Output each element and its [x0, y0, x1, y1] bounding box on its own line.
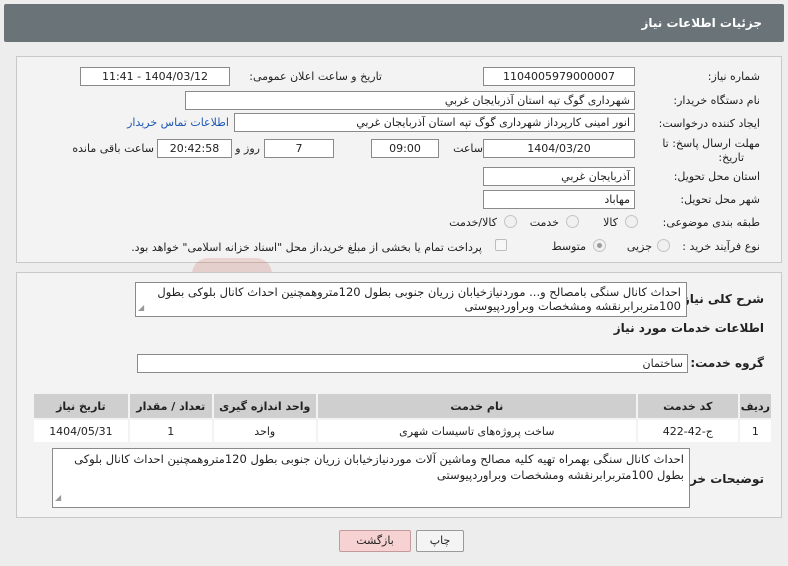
cell-need-date: 1404/05/31 [32, 418, 130, 444]
process-option-medium: متوسط [551, 240, 586, 253]
process-label: نوع فرآیند خرید : [682, 240, 760, 253]
days-field: 7 [264, 139, 334, 158]
deadline-label-line1: مهلت ارسال پاسخ: تا [662, 137, 760, 150]
buyer-org-label: نام دستگاه خریدار: [673, 94, 760, 107]
print-button[interactable]: چاپ [416, 530, 464, 552]
city-label: شهر محل تحویل: [680, 193, 760, 206]
need-number-label: شماره نیاز: [707, 70, 760, 83]
category-option-goods: کالا [603, 216, 618, 229]
col-quantity: تعداد / مقدار [127, 392, 214, 420]
service-group-field: ساختمان [137, 354, 688, 373]
deadline-label-line2: تاریخ: [718, 151, 744, 164]
services-table-header: ردیف کد خدمت نام خدمت واحد اندازه گیری ت… [32, 392, 774, 420]
province-label: استان محل تحویل: [673, 170, 760, 183]
deadline-date-field: 1404/03/20 [483, 139, 635, 158]
summary-label: شرح کلی نیاز: [678, 292, 764, 306]
buyer-notes-text: احداث کانال سنگی بهمراه تهیه کلیه مصالح … [74, 452, 684, 482]
category-radio-service[interactable] [566, 215, 579, 228]
process-radio-minor[interactable] [657, 239, 670, 252]
resize-handle-icon[interactable]: ◢ [55, 490, 61, 506]
deadline-time-field: 09:00 [371, 139, 439, 158]
services-title: اطلاعات خدمات مورد نیاز [613, 321, 764, 335]
category-label: طبقه بندی موضوعی: [662, 216, 760, 229]
cell-unit: واحد [211, 418, 318, 444]
creator-label: ایجاد کننده درخواست: [658, 117, 760, 130]
buyer-contact-link[interactable]: اطلاعات تماس خریدار [127, 116, 229, 129]
city-field: مهاباد [483, 190, 635, 209]
need-number-field: 1104005979000007 [483, 67, 635, 86]
buyer-org-field: شهرداری گوگ تپه استان آذربایجان غربي [185, 91, 635, 110]
service-group-label: گروه خدمت: [690, 356, 764, 370]
cell-service-code: ج-42-422 [635, 418, 740, 444]
announce-label: تاریخ و ساعت اعلان عمومی: [249, 70, 382, 83]
back-button[interactable]: بازگشت [339, 530, 411, 552]
resize-handle-icon[interactable]: ◢ [138, 301, 144, 315]
treasury-payment-note: پرداخت تمام یا بخشی از مبلغ خرید،از محل … [131, 241, 482, 254]
deadline-time-label: ساعت [453, 142, 483, 155]
remaining-time-label: ساعت باقی مانده [72, 142, 154, 155]
cell-row: 1 [737, 418, 774, 444]
process-radio-medium[interactable] [593, 239, 606, 252]
process-option-minor: جزیی [626, 240, 652, 253]
buyer-notes-textarea[interactable]: احداث کانال سنگی بهمراه تهیه کلیه مصالح … [52, 448, 690, 508]
col-service-name: نام خدمت [315, 392, 638, 420]
table-row: 1 ج-42-422 ساخت پروژه‌های تاسیسات شهری و… [32, 418, 774, 444]
category-option-goods-service: کالا/خدمت [449, 216, 497, 229]
col-need-date: تاریخ نیاز [32, 392, 130, 420]
category-option-service: خدمت [529, 216, 559, 229]
summary-textarea[interactable]: احداث کانال سنگی بامصالح و... موردنیازخی… [135, 282, 687, 317]
cell-service-name: ساخت پروژه‌های تاسیسات شهری [315, 418, 638, 444]
category-radio-goods-service[interactable] [504, 215, 517, 228]
announce-field: 1404/03/12 - 11:41 [80, 67, 230, 86]
treasury-payment-checkbox[interactable] [495, 239, 507, 251]
page-header: جزئیات اطلاعات نیاز [4, 4, 784, 42]
summary-text: احداث کانال سنگی بامصالح و... موردنیازخی… [157, 285, 681, 313]
col-row: ردیف [737, 392, 774, 420]
remaining-time-field: 20:42:58 [157, 139, 232, 158]
page-title: جزئیات اطلاعات نیاز [641, 16, 762, 30]
category-radio-goods[interactable] [625, 215, 638, 228]
services-table: ردیف کد خدمت نام خدمت واحد اندازه گیری ت… [32, 392, 774, 444]
col-unit: واحد اندازه گیری [211, 392, 318, 420]
creator-field: انور امینی کارپرداز شهرداری گوگ تپه استا… [234, 113, 635, 132]
days-label: روز و [235, 142, 260, 155]
cell-quantity: 1 [127, 418, 214, 444]
col-service-code: کد خدمت [635, 392, 740, 420]
request-info-panel [16, 56, 782, 263]
province-field: آذربایجان غربي [483, 167, 635, 186]
